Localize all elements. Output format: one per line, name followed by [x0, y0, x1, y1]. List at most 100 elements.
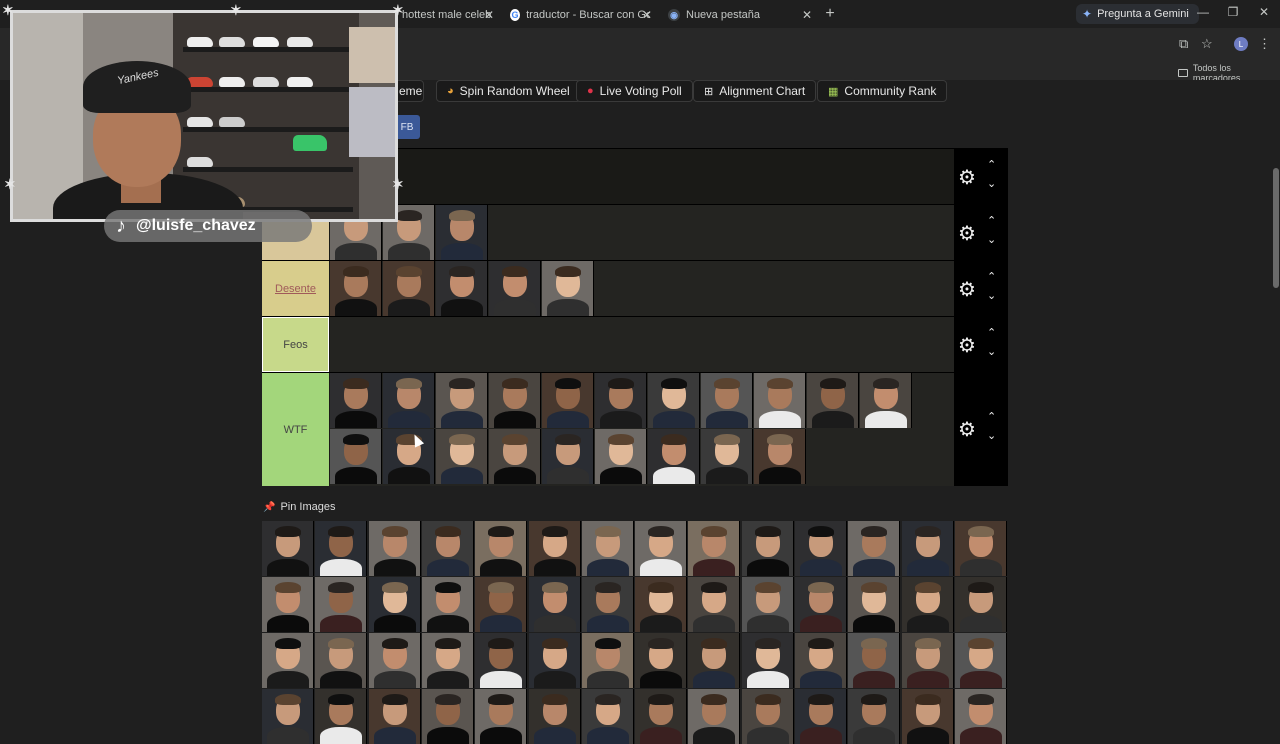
celebrity-thumbnail[interactable]	[901, 633, 954, 688]
gear-icon[interactable]: ⚙	[958, 333, 976, 358]
celebrity-thumbnail[interactable]	[581, 633, 634, 688]
celebrity-thumbnail[interactable]	[595, 373, 647, 428]
gear-icon[interactable]: ⚙	[958, 221, 976, 246]
pin-images-toggle[interactable]: 📌 Pin Images	[263, 501, 335, 513]
chevron-down-icon[interactable]: ⌄	[987, 233, 996, 246]
close-tab-icon[interactable]: ✕	[642, 8, 652, 22]
celebrity-thumbnail[interactable]	[421, 521, 474, 576]
chevron-down-icon[interactable]: ⌄	[987, 429, 996, 442]
bookmark-star-icon[interactable]: ☆	[1201, 36, 1213, 52]
celebrity-thumbnail[interactable]	[648, 373, 700, 428]
celebrity-thumbnail[interactable]	[475, 689, 528, 744]
celebrity-thumbnail[interactable]	[421, 689, 474, 744]
gear-icon[interactable]: ⚙	[958, 417, 976, 442]
celebrity-thumbnail[interactable]	[954, 689, 1007, 744]
celebrity-thumbnail[interactable]	[795, 521, 847, 576]
chevron-up-icon[interactable]: ⌃	[987, 326, 996, 339]
tier-items-dropzone[interactable]	[330, 261, 954, 316]
tier-label[interactable]: WTF	[262, 373, 329, 486]
close-window-icon[interactable]: ✕	[1254, 5, 1274, 19]
celebrity-thumbnail[interactable]	[489, 261, 541, 316]
celebrity-thumbnail[interactable]	[528, 521, 581, 576]
celebrity-thumbnail[interactable]	[528, 577, 581, 632]
celebrity-thumbnail[interactable]	[701, 429, 753, 484]
celebrity-thumbnail[interactable]	[262, 633, 314, 688]
celebrity-thumbnail[interactable]	[635, 633, 688, 688]
scrollbar-thumb[interactable]	[1273, 168, 1279, 288]
celebrity-thumbnail[interactable]	[368, 577, 421, 632]
celebrity-thumbnail[interactable]	[754, 429, 806, 484]
tab-tierlist[interactable]: hottest male celebriti ✕	[394, 4, 500, 26]
celebrity-thumbnail[interactable]	[368, 689, 421, 744]
celebrity-thumbnail[interactable]	[688, 689, 741, 744]
celebrity-thumbnail[interactable]	[741, 633, 794, 688]
celebrity-thumbnail[interactable]	[807, 373, 859, 428]
celebrity-thumbnail[interactable]	[860, 373, 912, 428]
celebrity-thumbnail[interactable]	[795, 689, 847, 744]
chevron-down-icon[interactable]: ⌄	[987, 177, 996, 190]
tab-new[interactable]: ◉ Nueva pestaña ✕	[660, 4, 818, 26]
celebrity-thumbnail[interactable]	[315, 577, 368, 632]
celebrity-thumbnail[interactable]	[741, 689, 794, 744]
chevron-down-icon[interactable]: ⌄	[987, 289, 996, 302]
celebrity-thumbnail[interactable]	[421, 577, 474, 632]
celebrity-thumbnail[interactable]	[688, 577, 741, 632]
chevron-up-icon[interactable]: ⌃	[987, 270, 996, 283]
celebrity-thumbnail[interactable]	[741, 521, 794, 576]
chevron-up-icon[interactable]: ⌃	[987, 410, 996, 423]
celebrity-thumbnail[interactable]	[795, 577, 847, 632]
close-tab-icon[interactable]: ✕	[802, 8, 812, 22]
celebrity-thumbnail[interactable]	[330, 261, 382, 316]
celebrity-thumbnail[interactable]	[901, 577, 954, 632]
menu-kebab-icon[interactable]: ⋮	[1258, 36, 1271, 52]
celebrity-thumbnail[interactable]	[688, 633, 741, 688]
celebrity-thumbnail[interactable]	[315, 521, 368, 576]
celebrity-thumbnail[interactable]	[848, 577, 901, 632]
celebrity-thumbnail[interactable]	[489, 373, 541, 428]
minimize-icon[interactable]: —	[1193, 5, 1213, 19]
celebrity-thumbnail[interactable]	[581, 521, 634, 576]
celebrity-thumbnail[interactable]	[330, 373, 382, 428]
celebrity-thumbnail[interactable]	[315, 633, 368, 688]
celebrity-thumbnail[interactable]	[901, 689, 954, 744]
celebrity-thumbnail[interactable]	[795, 633, 847, 688]
celebrity-thumbnail[interactable]	[475, 577, 528, 632]
community-rank-button[interactable]: ▦ Community Rank	[817, 80, 948, 102]
celebrity-thumbnail[interactable]	[542, 373, 594, 428]
celebrity-thumbnail[interactable]	[436, 429, 488, 484]
celebrity-thumbnail[interactable]	[330, 429, 382, 484]
celebrity-thumbnail[interactable]	[436, 261, 488, 316]
celebrity-thumbnail[interactable]	[954, 577, 1007, 632]
gemini-button[interactable]: ✦ Pregunta a Gemini	[1076, 4, 1199, 24]
celebrity-thumbnail[interactable]	[262, 521, 314, 576]
tier-items-dropzone[interactable]	[330, 317, 954, 372]
celebrity-thumbnail[interactable]	[436, 205, 488, 260]
celebrity-thumbnail[interactable]	[848, 689, 901, 744]
chevron-up-icon[interactable]: ⌃	[987, 158, 996, 171]
celebrity-thumbnail[interactable]	[848, 633, 901, 688]
celebrity-thumbnail[interactable]	[701, 373, 753, 428]
live-voting-poll-button[interactable]: ● Live Voting Poll	[576, 80, 693, 102]
celebrity-thumbnail[interactable]	[741, 577, 794, 632]
tier-items-dropzone[interactable]	[330, 205, 954, 260]
spin-random-wheel-button[interactable]: ◕ Spin Random Wheel	[436, 80, 581, 102]
alignment-chart-button[interactable]: ⊞ Alignment Chart	[693, 80, 817, 102]
celebrity-thumbnail[interactable]	[421, 633, 474, 688]
tier-items-dropzone[interactable]	[330, 373, 954, 486]
celebrity-thumbnail[interactable]	[595, 429, 647, 484]
celebrity-thumbnail[interactable]	[848, 521, 901, 576]
gear-icon[interactable]: ⚙	[958, 165, 976, 190]
close-tab-icon[interactable]: ✕	[484, 8, 494, 22]
celebrity-thumbnail[interactable]	[901, 521, 954, 576]
celebrity-thumbnail[interactable]	[688, 521, 741, 576]
gear-icon[interactable]: ⚙	[958, 277, 976, 302]
celebrity-thumbnail[interactable]	[581, 689, 634, 744]
celebrity-thumbnail[interactable]	[754, 373, 806, 428]
celebrity-thumbnail[interactable]	[368, 633, 421, 688]
celebrity-thumbnail[interactable]	[581, 577, 634, 632]
celebrity-thumbnail[interactable]	[954, 521, 1007, 576]
celebrity-thumbnail[interactable]	[635, 689, 688, 744]
tier-label[interactable]: Feos	[262, 317, 329, 372]
tier-items-dropzone[interactable]	[330, 149, 954, 204]
celebrity-thumbnail[interactable]	[436, 373, 488, 428]
